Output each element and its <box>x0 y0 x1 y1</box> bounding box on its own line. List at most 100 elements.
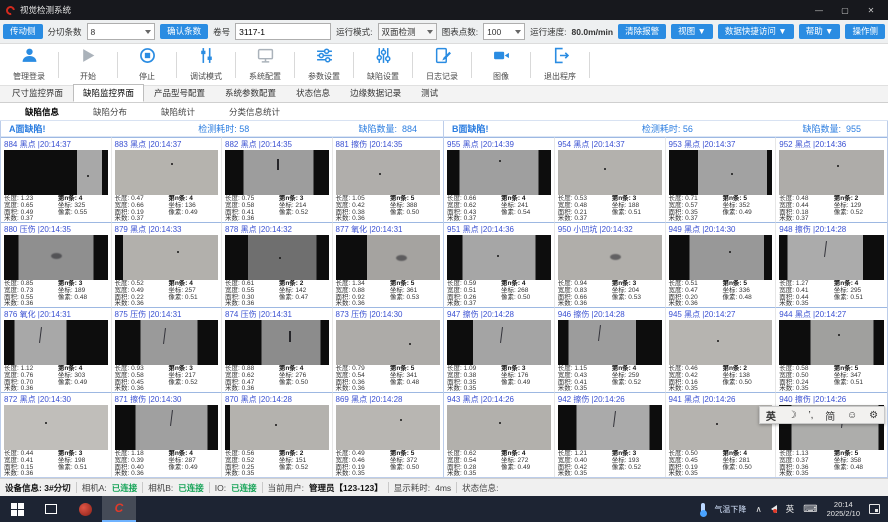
ime-moon-icon[interactable]: ☽ <box>788 410 797 421</box>
subtab-defect-statistics[interactable]: 缺陷统计 <box>146 104 210 120</box>
ime-language-indicator[interactable]: 英 <box>786 503 795 515</box>
defect-image <box>669 320 773 365</box>
admin-login-button[interactable]: 管理登录 <box>2 47 56 82</box>
defect-cell[interactable]: 872 黑点 |20:14:30长度: 0.44宽度: 0.41面积: 0.15… <box>1 392 112 477</box>
defect-cell[interactable]: 945 黑点 |20:14:27长度: 0.46宽度: 0.42面积: 0.16… <box>666 307 777 392</box>
slit-count-select[interactable]: 8 <box>87 23 156 40</box>
tab-size-monitor[interactable]: 尺寸监控界面 <box>2 84 73 102</box>
view-menu-button[interactable]: 视图 ▼ <box>671 24 713 39</box>
drive-side-button[interactable]: 传动侧 <box>3 24 43 39</box>
defect-cell[interactable]: 947 擦伤 |20:14:28长度: 1.09宽度: 0.38面积: 0.35… <box>444 307 555 392</box>
minimize-icon[interactable]: — <box>808 2 830 18</box>
tab-product-model-config[interactable]: 产品型号配置 <box>144 84 215 102</box>
roll-number-input[interactable] <box>235 23 331 40</box>
maximize-icon[interactable]: ▢ <box>834 2 856 18</box>
defect-cell[interactable]: 871 擦伤 |20:14:30长度: 1.18宽度: 0.39面积: 0.40… <box>112 392 223 477</box>
defect-cell[interactable]: 873 压伤 |20:14:30长度: 0.79宽度: 0.54面积: 0.36… <box>333 307 444 392</box>
tray-overflow-caret-icon[interactable]: ∧ <box>755 504 761 515</box>
task-view-button[interactable] <box>34 496 68 522</box>
defect-cell[interactable]: 953 黑点 |20:14:37长度: 0.71宽度: 0.57面积: 0.35… <box>666 137 777 222</box>
defect-cell[interactable]: 954 黑点 |20:14:37长度: 0.53宽度: 0.48面积: 0.21… <box>555 137 666 222</box>
defect-image <box>336 405 441 450</box>
tab-test[interactable]: 测试 <box>411 84 448 102</box>
defect-cell[interactable]: 879 黑点 |20:14:33长度: 0.52宽度: 0.49面积: 0.22… <box>112 222 223 307</box>
close-icon[interactable]: ✕ <box>860 2 882 18</box>
taskbar-app-active[interactable]: C <box>102 496 136 522</box>
defect-image <box>779 150 884 195</box>
log-icon <box>434 47 451 69</box>
tab-system-param-config[interactable]: 系统参数配置 <box>215 84 286 102</box>
defect-cell[interactable]: 946 擦伤 |20:14:28长度: 1.15宽度: 0.43面积: 0.41… <box>555 307 666 392</box>
defect-cell[interactable]: 951 黑点 |20:14:36长度: 0.59宽度: 0.51面积: 0.26… <box>444 222 555 307</box>
defect-image <box>225 235 329 280</box>
defect-cell[interactable]: 948 擦伤 |20:14:28长度: 1.27宽度: 0.41面积: 0.44… <box>776 222 887 307</box>
defect-cell[interactable]: 941 黑点 |20:14:26长度: 0.50宽度: 0.45面积: 0.19… <box>666 392 777 477</box>
notification-center-icon[interactable] <box>869 504 880 514</box>
defect-cell[interactable]: 877 氧化 |20:14:31长度: 1.34宽度: 0.88面积: 0.92… <box>333 222 444 307</box>
run-mode-select[interactable]: 双面检测 <box>378 23 437 40</box>
defect-cell[interactable]: 878 黑点 |20:14:32长度: 0.61宽度: 0.55面积: 0.30… <box>222 222 333 307</box>
defect-cell[interactable]: 943 黑点 |20:14:26长度: 0.62宽度: 0.54面积: 0.28… <box>444 392 555 477</box>
defect-cell[interactable]: 883 黑点 |20:14:37长度: 0.47宽度: 0.66面积: 0.19… <box>112 137 223 222</box>
defect-cell-title: 941 黑点 |20:14:26 <box>666 393 776 404</box>
subtab-defect-info[interactable]: 缺陷信息 <box>10 104 74 120</box>
display-time-value: 4ms <box>435 483 451 493</box>
ime-simplified-button[interactable]: 简 <box>825 408 835 423</box>
ime-settings-gear-icon[interactable]: ⚙ <box>869 410 878 421</box>
defect-cell[interactable]: 869 黑点 |20:14:28长度: 0.49宽度: 0.46面积: 0.19… <box>333 392 444 477</box>
log-record-button[interactable]: 日志记录 <box>415 47 469 82</box>
defect-cell[interactable]: 949 黑点 |20:14:30长度: 0.51宽度: 0.47面积: 0.20… <box>666 222 777 307</box>
panel-side-b: B面缺陷! 检测耗时: 56 缺陷数量: 955 955 黑点 |20:14:3… <box>444 121 888 478</box>
subtab-defect-distribution[interactable]: 缺陷分布 <box>78 104 142 120</box>
ime-punctuation-button[interactable]: ’, <box>808 410 813 421</box>
defect-cell[interactable]: 955 黑点 |20:14:39长度: 0.66宽度: 0.62面积: 0.43… <box>444 137 555 222</box>
exit-program-button[interactable]: 退出程序 <box>533 47 587 82</box>
defect-cell[interactable]: 870 黑点 |20:14:28长度: 0.56宽度: 0.52面积: 0.25… <box>222 392 333 477</box>
subtab-class-info-statistics[interactable]: 分类信息统计 <box>214 104 295 120</box>
tab-defect-monitor[interactable]: 缺陷监控界面 <box>73 84 144 102</box>
keyboard-icon[interactable]: ⌨ <box>803 504 817 515</box>
speaker-muted-icon[interactable] <box>771 505 777 513</box>
defect-cell-title: 876 氧化 |20:14:31 <box>1 308 111 319</box>
tab-status-info[interactable]: 状态信息 <box>286 84 340 102</box>
slit-count-value: 8 <box>91 27 96 37</box>
confirm-count-button[interactable]: 确认条数 <box>160 24 208 39</box>
defect-cell[interactable]: 882 黑点 |20:14:35长度: 0.75宽度: 0.58面积: 0.41… <box>222 137 333 222</box>
parameter-settings-button[interactable]: 参数设置 <box>297 47 351 82</box>
stop-button[interactable]: 停止 <box>120 47 174 82</box>
defect-cell[interactable]: 876 氧化 |20:14:31长度: 1.12宽度: 0.76面积: 0.70… <box>1 307 112 392</box>
start-menu-button[interactable] <box>0 496 34 522</box>
defect-cell[interactable]: 880 压伤 |20:14:35长度: 0.85宽度: 0.73面积: 0.55… <box>1 222 112 307</box>
roll-number-label: 卷号 <box>213 26 230 38</box>
defect-cell-title: 881 擦伤 |20:14:35 <box>333 138 444 149</box>
taskbar-clock[interactable]: 20:14 2025/2/10 <box>827 500 860 518</box>
ime-lang-button[interactable]: 英 <box>766 408 776 423</box>
help-menu-button[interactable]: 帮助 ▼ <box>799 24 841 39</box>
defect-cell[interactable]: 950 小凹坑 |20:14:32长度: 0.94宽度: 0.83面积: 0.6… <box>555 222 666 307</box>
defect-info: 长度: 0.52宽度: 0.49面积: 0.22米数: 0.36第n条: 4坐标… <box>112 280 222 307</box>
chart-points-select[interactable]: 100 <box>483 23 525 40</box>
defect-cell[interactable]: 940 擦伤 |20:14:26长度: 1.13宽度: 0.37面积: 0.36… <box>776 392 887 477</box>
weather-text[interactable]: 气温下降 <box>714 504 746 515</box>
defect-cell[interactable]: 881 擦伤 |20:14:35长度: 1.05宽度: 0.42面积: 0.38… <box>333 137 444 222</box>
debug-mode-button[interactable]: 调试模式 <box>179 47 233 82</box>
defect-cell[interactable]: 875 压伤 |20:14:31长度: 0.93宽度: 0.58面积: 0.45… <box>112 307 223 392</box>
operator-side-button[interactable]: 操作侧 <box>845 24 885 39</box>
defect-cell[interactable]: 944 黑点 |20:14:27长度: 0.58宽度: 0.50面积: 0.24… <box>776 307 887 392</box>
start-button[interactable]: 开始 <box>61 47 115 82</box>
image-button[interactable]: 图像 <box>474 47 528 82</box>
defect-settings-button[interactable]: 缺陷设置 <box>356 47 410 82</box>
tab-edge-data-record[interactable]: 边缘数据记录 <box>340 84 411 102</box>
taskbar-app-1[interactable] <box>68 496 102 522</box>
ime-emoji-icon[interactable]: ☺ <box>847 410 857 421</box>
defect-info: 长度: 0.56宽度: 0.52面积: 0.25米数: 0.35第n条: 2坐标… <box>222 450 332 477</box>
system-config-button[interactable]: 系统配置 <box>238 47 292 82</box>
defect-cell[interactable]: 874 压伤 |20:14:31长度: 0.88宽度: 0.62面积: 0.47… <box>222 307 333 392</box>
display-time-label: 显示耗时: <box>394 482 430 494</box>
data-quick-access-button[interactable]: 数据快捷访问 ▼ <box>718 24 794 39</box>
defect-cell[interactable]: 952 黑点 |20:14:36长度: 0.48宽度: 0.44面积: 0.18… <box>776 137 887 222</box>
clear-alarm-button[interactable]: 清除报警 <box>618 24 666 39</box>
defect-cell[interactable]: 942 擦伤 |20:14:26长度: 1.21宽度: 0.40面积: 0.42… <box>555 392 666 477</box>
defect-cell-title: 949 黑点 |20:14:30 <box>666 223 776 234</box>
defect-cell[interactable]: 884 黑点 |20:14:37长度: 1.23宽度: 0.65面积: 0.49… <box>1 137 112 222</box>
